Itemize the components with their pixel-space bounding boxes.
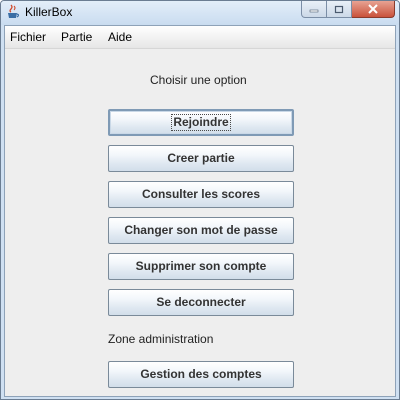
menu-fichier[interactable]: Fichier [10, 30, 46, 44]
minimize-button[interactable] [301, 1, 327, 18]
maximize-button[interactable] [327, 1, 352, 18]
view-scores-button[interactable]: Consulter les scores [108, 181, 294, 208]
content-pane: Fichier Partie Aide Choisir une option R… [4, 25, 396, 397]
close-button[interactable] [352, 1, 395, 18]
admin-zone-label: Zone administration [108, 332, 214, 346]
menu-partie[interactable]: Partie [61, 30, 92, 44]
app-window: KillerBox Fichier Partie Aide Choisir un… [0, 0, 400, 400]
join-button[interactable]: Rejoindre [108, 109, 294, 136]
menu-aide[interactable]: Aide [108, 30, 132, 44]
menu-bar: Fichier Partie Aide [5, 26, 395, 49]
maximize-icon [334, 5, 344, 13]
minimize-icon [309, 9, 319, 13]
create-game-button[interactable]: Creer partie [108, 145, 294, 172]
window-title: KillerBox [25, 5, 73, 19]
close-icon [368, 4, 378, 14]
delete-account-button[interactable]: Supprimer son compte [108, 253, 294, 280]
java-cup-icon [6, 4, 20, 20]
manage-accounts-button[interactable]: Gestion des comptes [108, 361, 294, 388]
options-heading: Choisir une option [150, 73, 247, 87]
logout-button[interactable]: Se deconnecter [108, 289, 294, 316]
window-controls [301, 1, 395, 19]
join-button-label: Rejoindre [171, 114, 231, 131]
title-bar[interactable]: KillerBox [1, 1, 399, 25]
change-password-button[interactable]: Changer son mot de passe [108, 217, 294, 244]
